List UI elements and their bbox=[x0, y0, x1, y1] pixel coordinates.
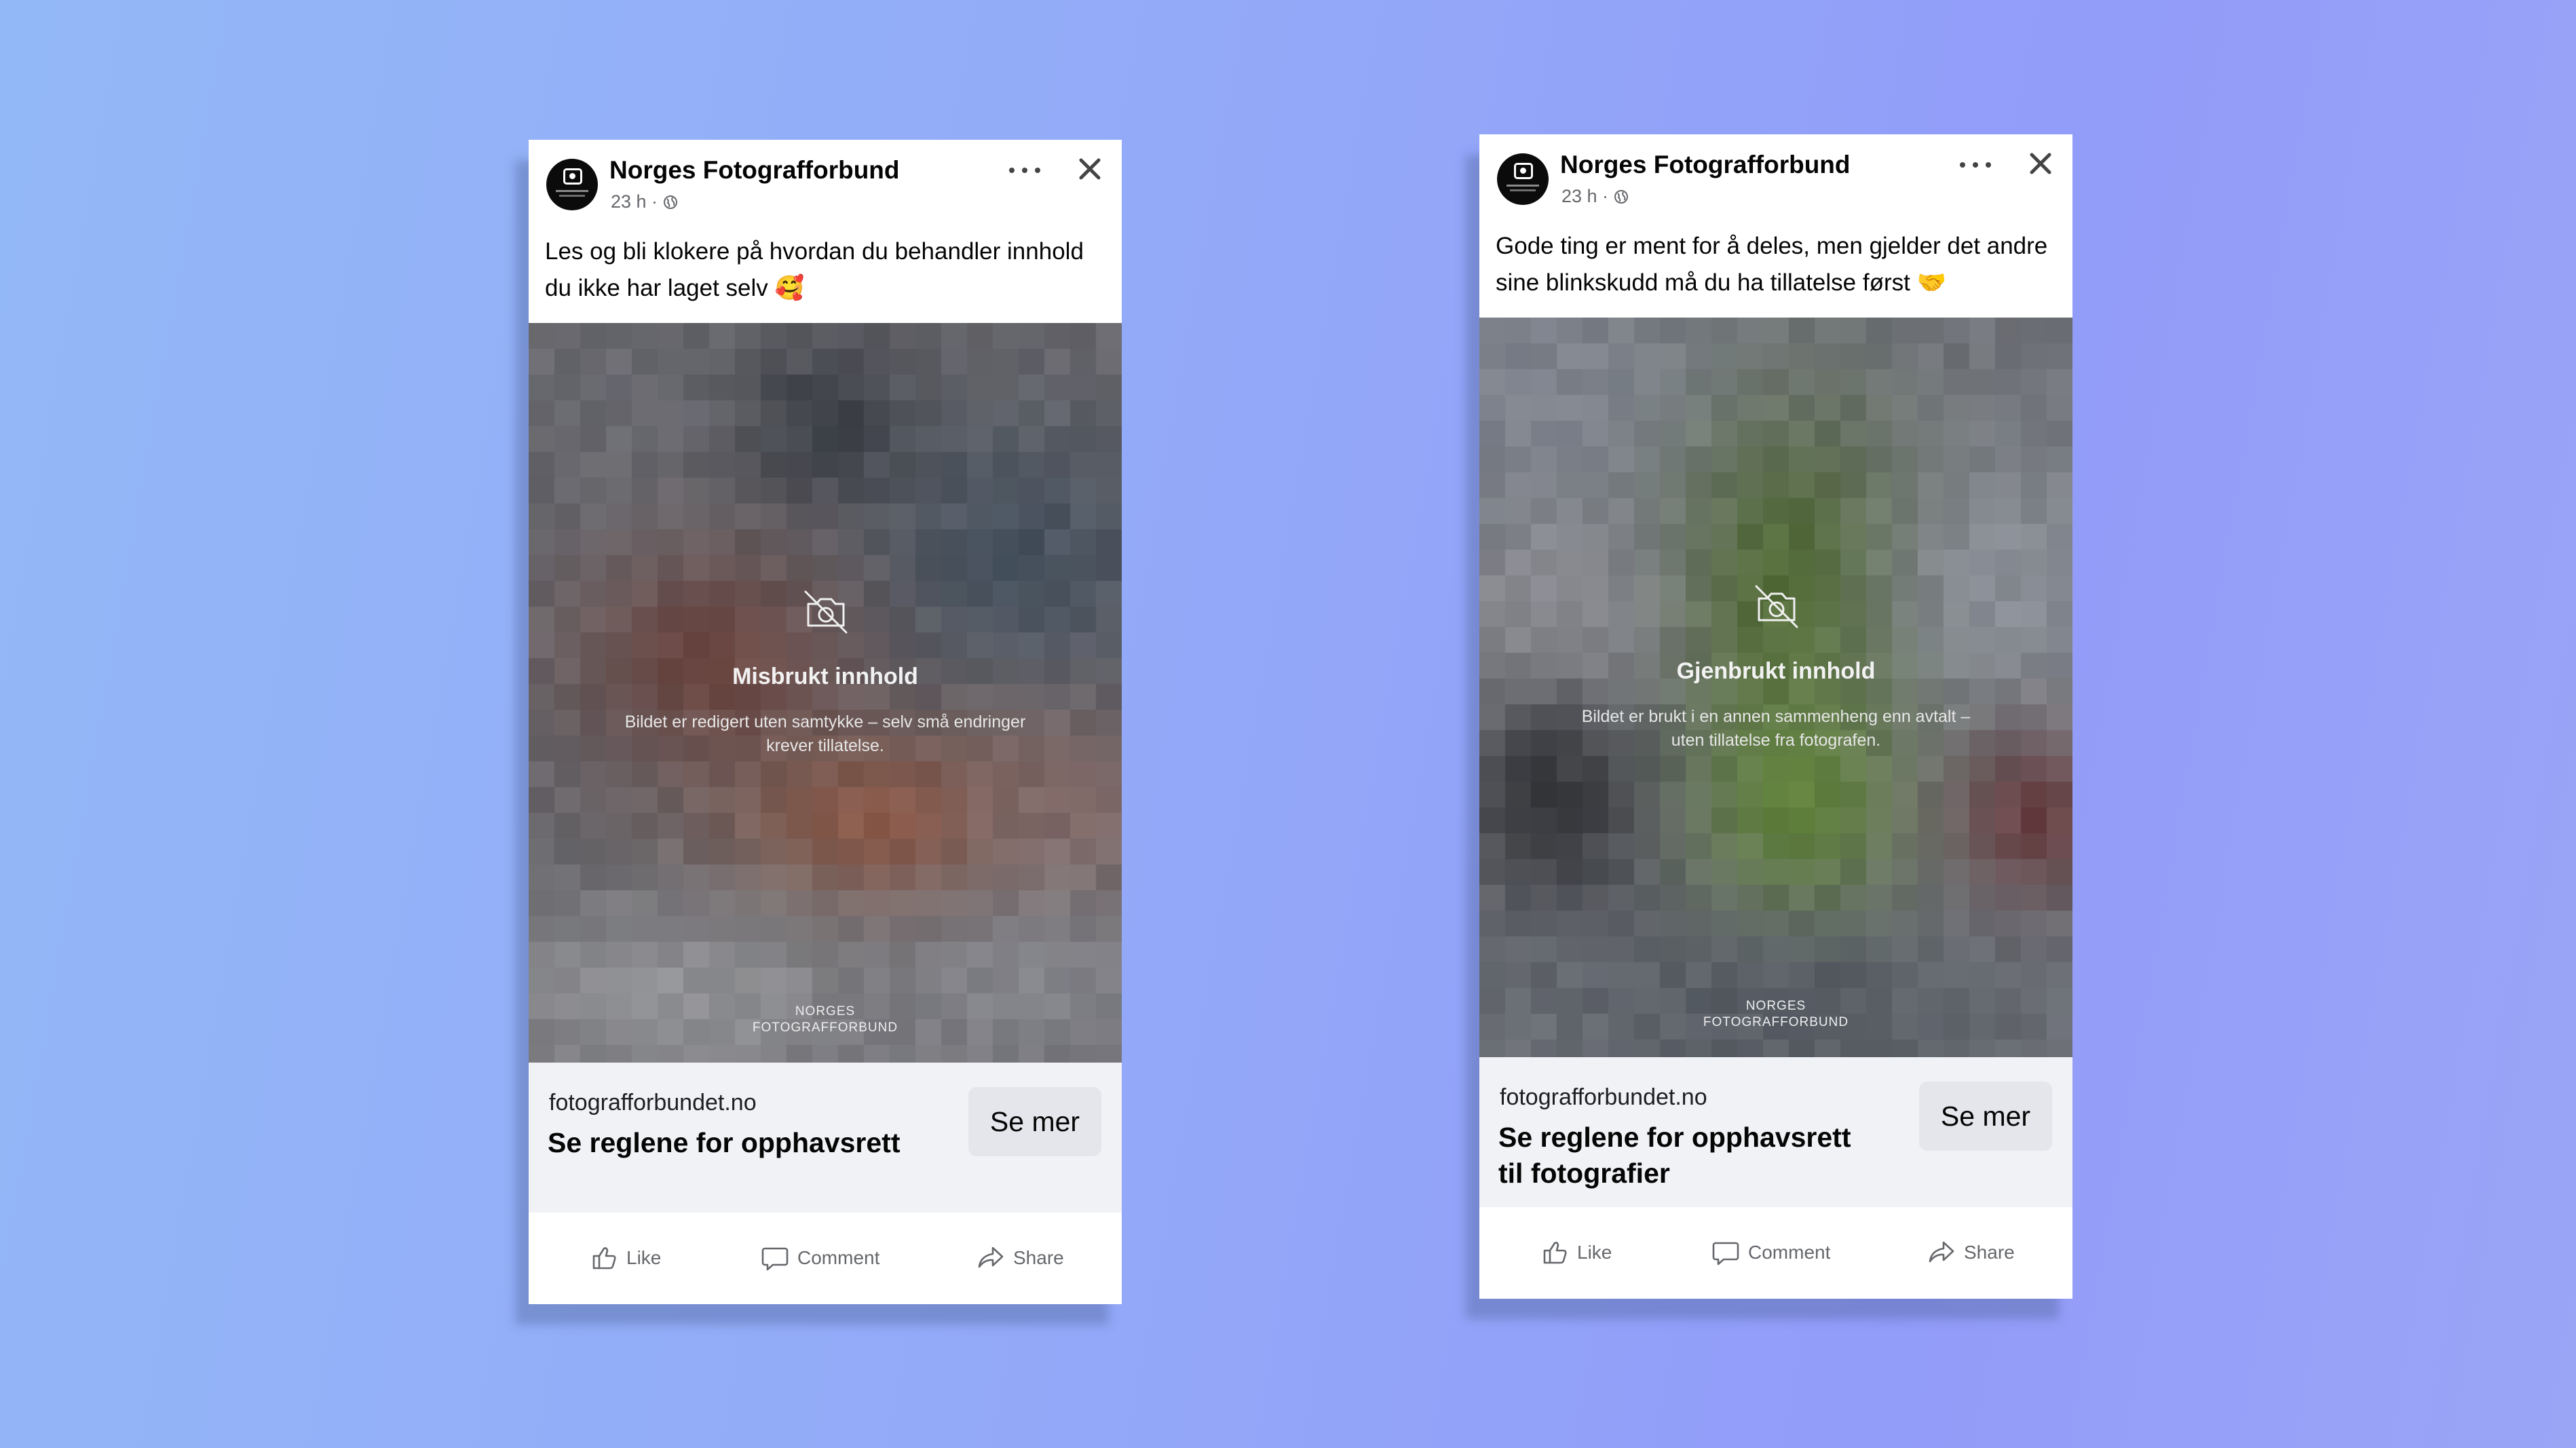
link-title[interactable]: Se reglene for opphavsrett bbox=[548, 1125, 928, 1161]
post-card-2: Norges Fotografforbund 23 h · Gode ting … bbox=[1479, 134, 2072, 1299]
post-caption: Gode ting er ment for å deles, men gjeld… bbox=[1496, 233, 2048, 296]
action-bar: Like Comment Share bbox=[1479, 1207, 2072, 1299]
media-overlay-description: Bildet er redigert uten samtykke – selv … bbox=[624, 712, 1026, 755]
comment-label: Comment bbox=[797, 1247, 880, 1268]
post-meta: 23 h · bbox=[1561, 186, 1629, 207]
camera-logo-icon bbox=[1514, 163, 1533, 179]
post-header: Norges Fotografforbund 23 h · bbox=[529, 140, 1122, 218]
link-preview[interactable]: fotografforbundet.no Se reglene for opph… bbox=[1479, 1057, 2072, 1207]
post-image[interactable]: Misbrukt innhold Bildet er redigert uten… bbox=[529, 323, 1122, 1063]
like-button[interactable]: Like bbox=[588, 1240, 661, 1276]
comment-icon bbox=[761, 1247, 789, 1271]
comment-icon bbox=[1712, 1242, 1739, 1265]
close-icon[interactable] bbox=[2025, 148, 2056, 179]
link-preview[interactable]: fotografforbundet.no Se reglene for opph… bbox=[529, 1063, 1122, 1213]
media-overlay-description: Bildet er brukt i en annen sammenheng en… bbox=[1581, 707, 1971, 750]
post-time[interactable]: 23 h · bbox=[611, 191, 658, 212]
avatar[interactable] bbox=[1497, 153, 1549, 205]
camera-off-icon bbox=[1755, 585, 1798, 628]
link-domain: fotografforbundet.no bbox=[1500, 1084, 1707, 1110]
more-options-icon[interactable] bbox=[1960, 155, 1991, 175]
media-overlay-title: Misbrukt innhold bbox=[732, 664, 918, 689]
watermark: NORGES FOTOGRAFFORBUND bbox=[1703, 999, 1849, 1029]
like-label: Like bbox=[1577, 1242, 1612, 1263]
see-more-button[interactable]: Se mer bbox=[1919, 1082, 2052, 1151]
comment-button[interactable]: Comment bbox=[759, 1240, 879, 1276]
share-label: Share bbox=[1964, 1242, 2015, 1263]
link-title[interactable]: Se reglene for opphavsrett til fotografi… bbox=[1498, 1120, 1878, 1192]
camera-off-icon bbox=[804, 590, 848, 634]
page-name[interactable]: Norges Fotografforbund bbox=[1560, 151, 1851, 179]
like-label: Like bbox=[626, 1247, 662, 1268]
page-name[interactable]: Norges Fotografforbund bbox=[609, 156, 900, 185]
globe-icon bbox=[1614, 189, 1629, 204]
camera-logo-icon bbox=[563, 168, 582, 185]
like-icon bbox=[1543, 1242, 1567, 1264]
share-button[interactable]: Share bbox=[975, 1240, 1064, 1276]
link-domain: fotografforbundet.no bbox=[549, 1090, 757, 1116]
post-caption: Les og bli klokere på hvordan du behandl… bbox=[545, 238, 1084, 301]
like-icon bbox=[592, 1247, 616, 1270]
watermark: NORGES FOTOGRAFFORBUND bbox=[752, 1004, 898, 1035]
media-overlay-title: Gjenbrukt innhold bbox=[1676, 658, 1876, 684]
like-button[interactable]: Like bbox=[1539, 1234, 1612, 1271]
avatar[interactable] bbox=[546, 159, 598, 210]
share-icon bbox=[978, 1246, 1004, 1268]
post-time[interactable]: 23 h · bbox=[1561, 186, 1608, 207]
post-image[interactable]: Gjenbrukt innhold Bildet er brukt i en a… bbox=[1479, 318, 2072, 1057]
share-button[interactable]: Share bbox=[1926, 1234, 2015, 1271]
post-meta: 23 h · bbox=[611, 191, 678, 212]
post-card-1: Norges Fotografforbund 23 h · Les og bli… bbox=[529, 140, 1122, 1304]
action-bar: Like Comment Share bbox=[529, 1213, 1122, 1304]
more-options-icon[interactable] bbox=[1009, 160, 1040, 180]
share-label: Share bbox=[1013, 1247, 1064, 1268]
see-more-button[interactable]: Se mer bbox=[968, 1087, 1101, 1156]
globe-icon bbox=[664, 195, 678, 209]
close-icon[interactable] bbox=[1074, 153, 1105, 185]
share-icon bbox=[1929, 1241, 1954, 1263]
post-header: Norges Fotografforbund 23 h · bbox=[1479, 134, 2072, 213]
comment-label: Comment bbox=[1748, 1242, 1831, 1263]
comment-button[interactable]: Comment bbox=[1710, 1234, 1830, 1271]
